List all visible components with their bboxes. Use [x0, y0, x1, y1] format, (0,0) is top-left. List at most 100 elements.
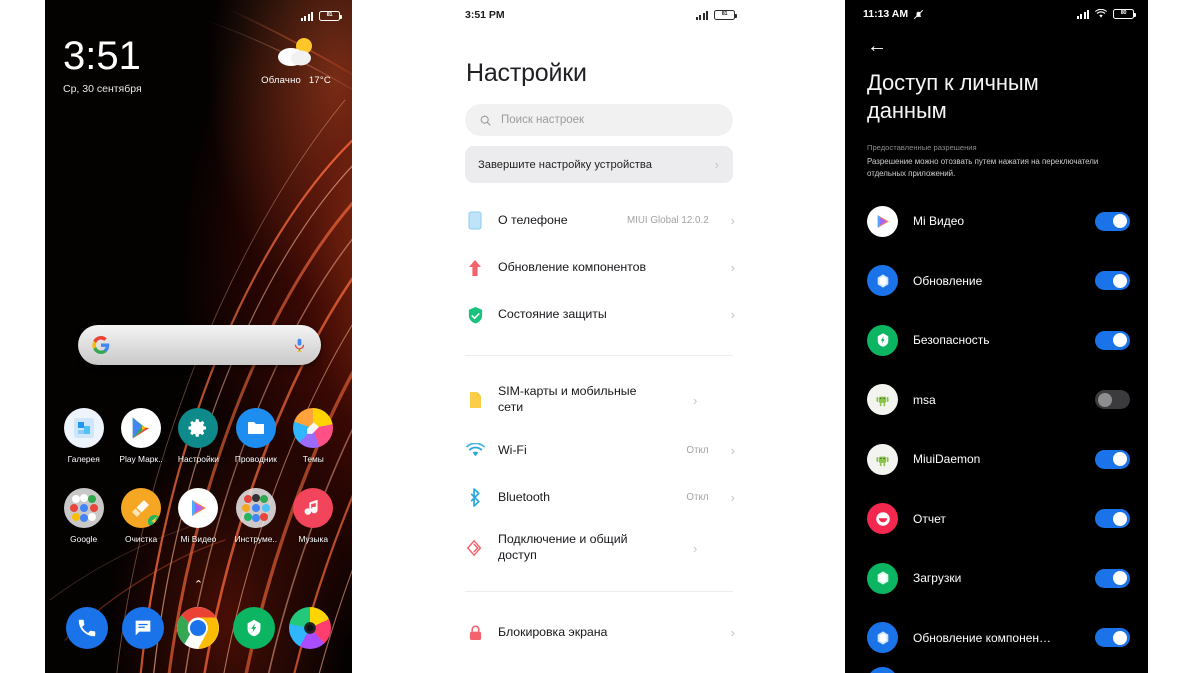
- app-music[interactable]: Музыка: [287, 488, 339, 544]
- list-item[interactable]: Обновление: [845, 251, 1148, 311]
- updater-icon: [867, 265, 898, 297]
- list-item[interactable]: Mi Видео: [845, 191, 1148, 251]
- list-item[interactable]: Обновление компонен…: [845, 608, 1148, 668]
- search-input[interactable]: Поиск настроек: [465, 104, 733, 136]
- app-file-explorer[interactable]: Проводник: [230, 408, 282, 464]
- shield-check-icon: [465, 305, 485, 325]
- app-cleaner[interactable]: ⚡ Очистка: [115, 488, 167, 544]
- settings-row-security-status[interactable]: Состояние защиты ›: [449, 291, 749, 338]
- divider: [465, 591, 733, 592]
- app-row-2: Google ⚡ Очистка Mi Видео Инструме.. Муз…: [45, 488, 352, 544]
- battery-icon: 80: [1113, 9, 1136, 19]
- clock-date: Ср, 30 сентября: [63, 83, 142, 95]
- permission-toggle[interactable]: [1095, 568, 1130, 588]
- mi-video-icon: [867, 205, 898, 237]
- weather-condition: Облачно: [261, 75, 302, 86]
- app-themes[interactable]: Темы: [287, 408, 339, 464]
- dock: [45, 607, 352, 649]
- settings-row-label: SIM-карты и мобильные сети: [498, 384, 637, 414]
- permission-toggle[interactable]: [1095, 390, 1130, 410]
- list-item[interactable]: Загрузки: [845, 548, 1148, 608]
- list-item[interactable]: MiuiDaemon: [845, 429, 1148, 489]
- toggle-knob: [1098, 392, 1112, 407]
- permission-toggle[interactable]: [1095, 330, 1130, 350]
- setup-device-banner[interactable]: Завершите настройку устройства ›: [465, 146, 733, 183]
- android-icon: [867, 384, 898, 416]
- chevron-right-icon: ›: [693, 540, 698, 556]
- cellular-signal-icon: [696, 10, 708, 20]
- settings-row-label: Блокировка экрана: [498, 624, 608, 639]
- permission-toggle[interactable]: [1095, 271, 1130, 291]
- wifi-icon: [1095, 9, 1107, 18]
- microphone-icon[interactable]: [292, 336, 307, 354]
- permission-toggle[interactable]: [1095, 509, 1130, 529]
- permissions-panel: 11:13 AM 80 ← Доступ к личным данным Пре…: [845, 0, 1148, 673]
- clock-widget[interactable]: 3:51 Ср, 30 сентября: [63, 36, 142, 95]
- chevron-right-icon: ›: [730, 307, 735, 322]
- page-title: Доступ к личным данным: [867, 70, 1039, 123]
- weather-widget[interactable]: Облачно 17°C: [250, 36, 342, 86]
- weather-text: Облачно 17°C: [250, 75, 342, 86]
- settings-row-about-phone[interactable]: О телефоне MIUI Global 12.0.2 ›: [449, 197, 749, 244]
- security-icon[interactable]: [233, 607, 276, 649]
- settings-row-value: Откл: [686, 492, 709, 503]
- status-time-group: 11:13 AM: [863, 8, 924, 20]
- play-store-icon: [121, 408, 162, 448]
- app-mi-video[interactable]: Mi Видео: [172, 488, 224, 544]
- bluetooth-icon: [465, 488, 485, 508]
- list-item[interactable]: msa: [845, 370, 1148, 430]
- app-label: Инструме..: [234, 534, 278, 544]
- permission-toggle[interactable]: [1095, 449, 1130, 469]
- chevron-right-icon: ›: [693, 392, 698, 408]
- app-name: Безопасность: [913, 333, 990, 348]
- settings-row-component-update[interactable]: Обновление компонентов ›: [449, 244, 749, 291]
- settings-row-value: MIUI Global 12.0.2: [626, 215, 709, 226]
- list-item-partial[interactable]: [845, 667, 1148, 673]
- battery-icon: 81: [319, 11, 342, 21]
- toggle-knob: [1113, 630, 1127, 645]
- lock-icon: [465, 623, 485, 643]
- settings-row-bluetooth[interactable]: Bluetooth Откл ›: [449, 474, 749, 521]
- settings-status-bar: 3:51 PM 81: [449, 0, 749, 21]
- app-grid: Галерея Play Марк.. Настройки Проводник …: [45, 408, 352, 568]
- app-folder-google[interactable]: Google: [58, 488, 110, 544]
- app-settings[interactable]: Настройки: [172, 408, 224, 464]
- settings-row-value: Откл: [686, 445, 709, 456]
- app-gallery[interactable]: Галерея: [58, 408, 110, 464]
- messages-icon[interactable]: [121, 607, 164, 649]
- camera-icon[interactable]: [289, 607, 332, 649]
- list-item[interactable]: Безопасность: [845, 310, 1148, 370]
- back-arrow-icon[interactable]: ←: [845, 20, 887, 56]
- cleaner-icon: ⚡: [121, 488, 162, 528]
- gallery-icon: [63, 408, 104, 448]
- settings-row-sim-networks[interactable]: SIM-карты и мобильные сети ›: [449, 373, 749, 427]
- phone-icon[interactable]: [65, 607, 108, 649]
- app-label: Play Марк..: [119, 454, 163, 464]
- settings-group-2: SIM-карты и мобильные сети › Wi-Fi Откл …: [449, 373, 749, 575]
- section-label: Предоставленные разрешения: [867, 143, 977, 153]
- up-arrow-icon: [465, 258, 485, 278]
- chrome-icon[interactable]: [177, 607, 220, 649]
- app-folder-tools[interactable]: Инструме..: [230, 488, 282, 544]
- list-item[interactable]: Отчет: [845, 489, 1148, 549]
- banner-label: Завершите настройку устройства: [478, 158, 652, 171]
- permission-toggle[interactable]: [1095, 628, 1130, 648]
- settings-row-wifi[interactable]: Wi-Fi Откл ›: [449, 427, 749, 474]
- settings-row-lock-screen[interactable]: Блокировка экрана ›: [449, 609, 749, 656]
- google-search-bar[interactable]: [78, 325, 321, 365]
- settings-row-connection-sharing[interactable]: Подключение и общий доступ ›: [449, 521, 749, 575]
- divider: [465, 355, 733, 356]
- settings-group-1: О телефоне MIUI Global 12.0.2 › Обновлен…: [449, 197, 749, 338]
- app-label: Настройки: [177, 454, 219, 464]
- permission-toggle[interactable]: [1095, 211, 1130, 231]
- app-label: Очистка: [125, 534, 158, 544]
- app-play-store[interactable]: Play Марк..: [115, 408, 167, 464]
- page-title: Настройки: [466, 59, 587, 87]
- settings-group-3: Блокировка экрана ›: [449, 609, 749, 656]
- settings-row-label: Подключение и общий доступ: [498, 532, 628, 562]
- app-drawer-chevron-up-icon[interactable]: ⌃: [45, 578, 352, 591]
- app-label: Mi Видео: [180, 534, 217, 544]
- home-status-bar: 81: [45, 6, 352, 26]
- mute-bell-icon: [913, 9, 924, 19]
- app-row-1: Галерея Play Марк.. Настройки Проводник …: [45, 408, 352, 464]
